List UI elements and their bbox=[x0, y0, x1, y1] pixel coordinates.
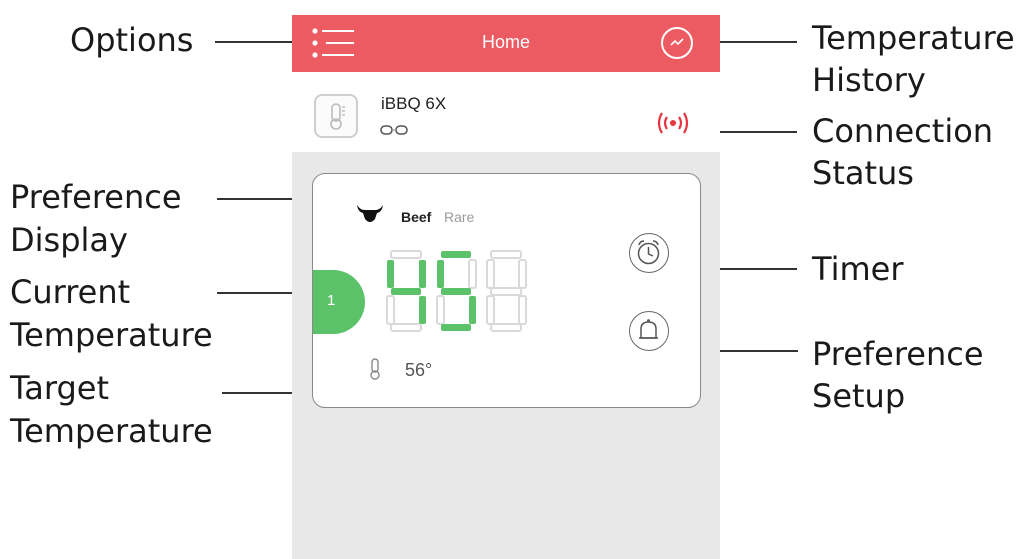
probe-card[interactable]: Beef Rare 1 56° bbox=[312, 173, 701, 408]
target-temperature: 56° bbox=[405, 360, 433, 380]
preference-doneness: Rare bbox=[444, 209, 475, 225]
label-preference-display-2: Display bbox=[10, 221, 128, 259]
probe-number-badge[interactable]: 1 bbox=[313, 270, 365, 334]
label-target-temperature-2: Temperature bbox=[10, 412, 213, 450]
current-temperature-display bbox=[383, 249, 533, 333]
thermometer-icon bbox=[314, 94, 358, 138]
label-preference-setup-1: Preference bbox=[812, 335, 984, 373]
label-current-temperature-2: Temperature bbox=[10, 316, 213, 354]
probe-number: 1 bbox=[327, 292, 336, 309]
label-temperature-history-2: History bbox=[812, 61, 926, 99]
preference-meat: Beef bbox=[401, 209, 432, 225]
bell-icon[interactable] bbox=[629, 311, 669, 351]
label-options: Options bbox=[70, 21, 194, 59]
device-row[interactable]: iBBQ 6X bbox=[292, 72, 720, 152]
page-title: Home bbox=[481, 32, 530, 52]
label-preference-display-1: Preference bbox=[10, 178, 182, 216]
chart-history-icon[interactable] bbox=[661, 27, 693, 59]
alarm-clock-icon[interactable] bbox=[629, 233, 669, 273]
label-connection-status-2: Status bbox=[812, 154, 914, 192]
label-connection-status-1: Connection bbox=[812, 112, 994, 150]
label-current-temperature-1: Current bbox=[10, 273, 131, 311]
link-icon bbox=[380, 124, 408, 136]
app-screen: Home iBBQ 6X Beef Rare 1 56° bbox=[292, 15, 720, 559]
target-thermometer-icon bbox=[368, 358, 382, 380]
device-name: iBBQ 6X bbox=[381, 94, 447, 113]
label-preference-setup-2: Setup bbox=[812, 377, 906, 415]
label-target-temperature-1: Target bbox=[10, 369, 109, 407]
bull-icon bbox=[355, 202, 385, 226]
label-timer: Timer bbox=[812, 250, 904, 288]
label-temperature-history-1: Temperature bbox=[812, 19, 1015, 57]
header-bar: Home bbox=[292, 15, 720, 72]
signal-icon bbox=[655, 112, 691, 134]
